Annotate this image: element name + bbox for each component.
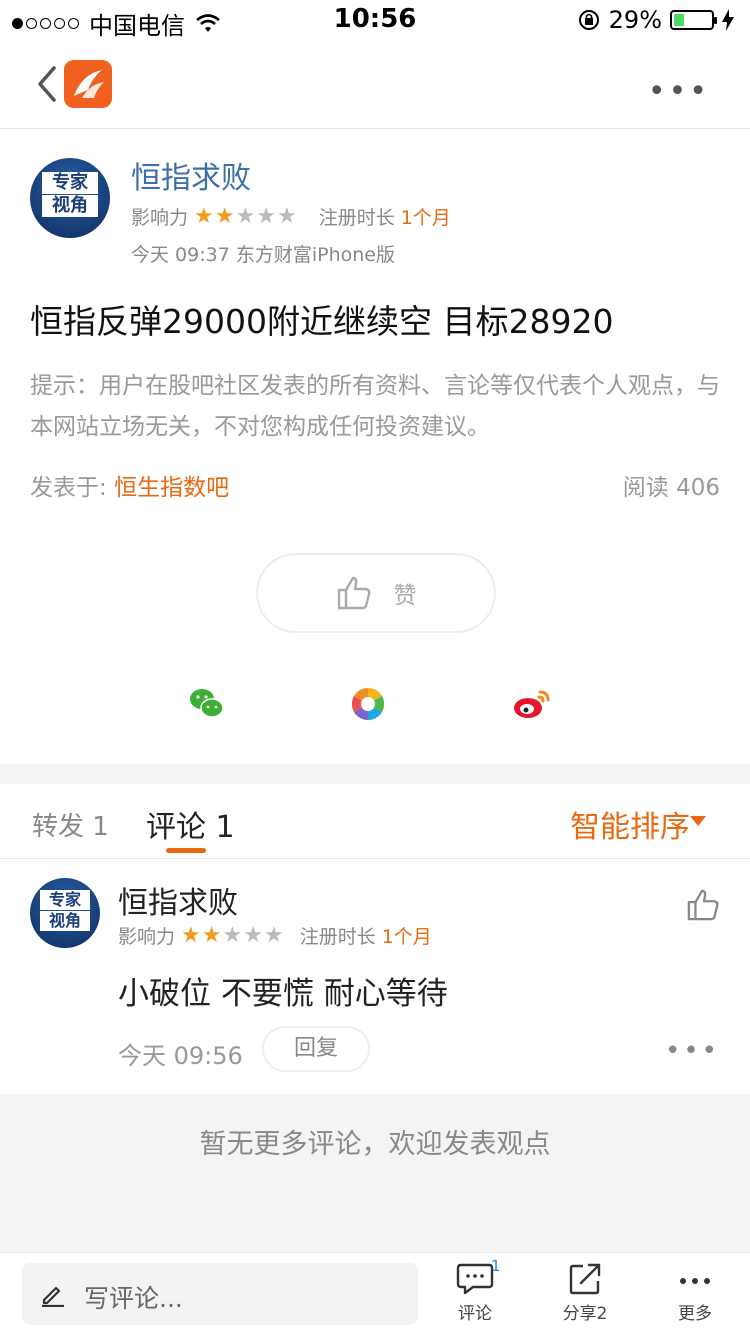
author-meta: 影响力 ★ ★ ★ ★ ★ 注册时长 1个月	[131, 203, 451, 230]
influence-label: 影响力	[131, 207, 189, 229]
like-label: 赞	[393, 583, 417, 609]
reg-label: 注册时长	[299, 926, 376, 948]
status-bar: 中国电信 10:56 29%	[0, 0, 750, 40]
comment-button[interactable]: 1 评论	[435, 1257, 515, 1324]
section-divider	[0, 764, 750, 784]
comment-time: 今天 09:56	[118, 1042, 243, 1070]
posted-label: 发表于:	[30, 475, 107, 501]
post-time-source: 今天 09:37 东方财富iPhone版	[131, 244, 395, 266]
star-icon: ★	[194, 204, 214, 229]
comment-more-icon[interactable]: •••	[665, 1036, 720, 1066]
reg-value: 1个月	[400, 207, 451, 229]
influence-stars: ★ ★ ★ ★ ★	[194, 204, 297, 229]
like-button[interactable]: 赞	[256, 553, 496, 633]
more-options-icon[interactable]: •••	[648, 74, 710, 109]
read-count: 阅读 406	[622, 475, 720, 501]
comment-count-badge: 1	[491, 1257, 501, 1275]
avatar-text-top: 专家	[42, 172, 98, 194]
comment-button-label: 评论	[458, 1304, 492, 1324]
share-button[interactable]: 分享2	[545, 1261, 625, 1324]
posted-in: 发表于: 恒生指数吧	[30, 468, 229, 502]
reply-button[interactable]: 回复	[262, 1026, 370, 1072]
nav-bar: •••	[0, 40, 750, 129]
forum-link[interactable]: 恒生指数吧	[114, 475, 229, 501]
battery-icon	[670, 10, 717, 30]
author-avatar[interactable]: 专家 视角	[30, 158, 110, 238]
post-title: 恒指反弹29000附近继续空 目标28920	[30, 302, 614, 341]
comment-input-placeholder: 写评论...	[84, 1284, 183, 1313]
comment-tabs: 转发 1 评论 1 智能排序	[0, 784, 750, 859]
comment-item: 专家 视角 恒指求败 影响力 ★ ★ ★ ★ ★ 注册时长 1个月 小破位 不要慌 耐心…	[0, 858, 750, 1095]
rotation-lock-icon	[578, 10, 599, 30]
commenter-avatar[interactable]: 专家 视角	[30, 878, 100, 948]
share-icon	[569, 1263, 601, 1295]
more-button[interactable]: 更多	[655, 1261, 735, 1324]
author-name[interactable]: 恒指求败	[131, 153, 251, 197]
influence-stars: ★ ★ ★ ★ ★	[181, 923, 284, 948]
no-more-comments: 暂无更多评论，欢迎发表观点	[0, 1094, 750, 1252]
comment-bubble-icon	[456, 1263, 494, 1295]
app-logo-icon[interactable]	[64, 60, 112, 108]
reg-value: 1个月	[381, 926, 432, 948]
comment-text: 小破位 不要慌 耐心等待	[118, 976, 448, 1012]
avatar-text-top: 专家	[40, 890, 90, 910]
tab-comments[interactable]: 评论 1	[146, 802, 235, 846]
star-icon: ★	[276, 204, 297, 229]
active-tab-indicator	[166, 848, 206, 853]
star-icon: ★	[201, 923, 222, 948]
pencil-icon	[42, 1286, 64, 1307]
disclaimer: 提示：用户在股吧社区发表的所有资料、言论等仅代表个人观点，与本网站立场无关，不对…	[30, 373, 720, 440]
commenter-name[interactable]: 恒指求败	[118, 878, 238, 922]
share-button-label: 分享2	[562, 1304, 608, 1324]
charging-icon	[722, 9, 734, 31]
star-icon: ★	[256, 204, 276, 229]
commenter-meta: 影响力 ★ ★ ★ ★ ★ 注册时长 1个月	[118, 922, 432, 949]
influence-label: 影响力	[118, 926, 176, 948]
star-icon: ★	[243, 923, 263, 948]
star-icon: ★	[222, 923, 243, 948]
wechat-icon[interactable]	[188, 686, 224, 722]
more-button-label: 更多	[678, 1304, 712, 1324]
more-dots-icon	[680, 1278, 710, 1284]
star-icon: ★	[235, 204, 256, 229]
bottom-bar: 写评论... 1 评论 分享2 更多	[0, 1252, 750, 1335]
no-more-text: 暂无更多评论，欢迎发表观点	[199, 1129, 551, 1160]
avatar-text-bottom: 视角	[40, 911, 90, 931]
avatar-text-bottom: 视角	[42, 195, 98, 217]
moments-icon[interactable]	[350, 686, 386, 722]
battery-percent: 29%	[608, 6, 662, 34]
comment-input[interactable]: 写评论...	[22, 1263, 418, 1325]
thumbs-up-icon	[337, 576, 370, 610]
star-icon: ★	[181, 923, 201, 948]
reg-label: 注册时长	[318, 207, 395, 229]
back-icon[interactable]	[28, 64, 68, 104]
tab-forward[interactable]: 转发 1	[32, 806, 109, 843]
star-icon: ★	[263, 923, 284, 948]
sort-dropdown[interactable]: 智能排序	[570, 802, 690, 846]
comment-like-icon[interactable]	[686, 888, 720, 922]
status-right: 29%	[577, 6, 734, 34]
dropdown-arrow-icon[interactable]	[690, 816, 706, 826]
weibo-icon[interactable]	[512, 686, 552, 722]
star-icon: ★	[214, 204, 235, 229]
